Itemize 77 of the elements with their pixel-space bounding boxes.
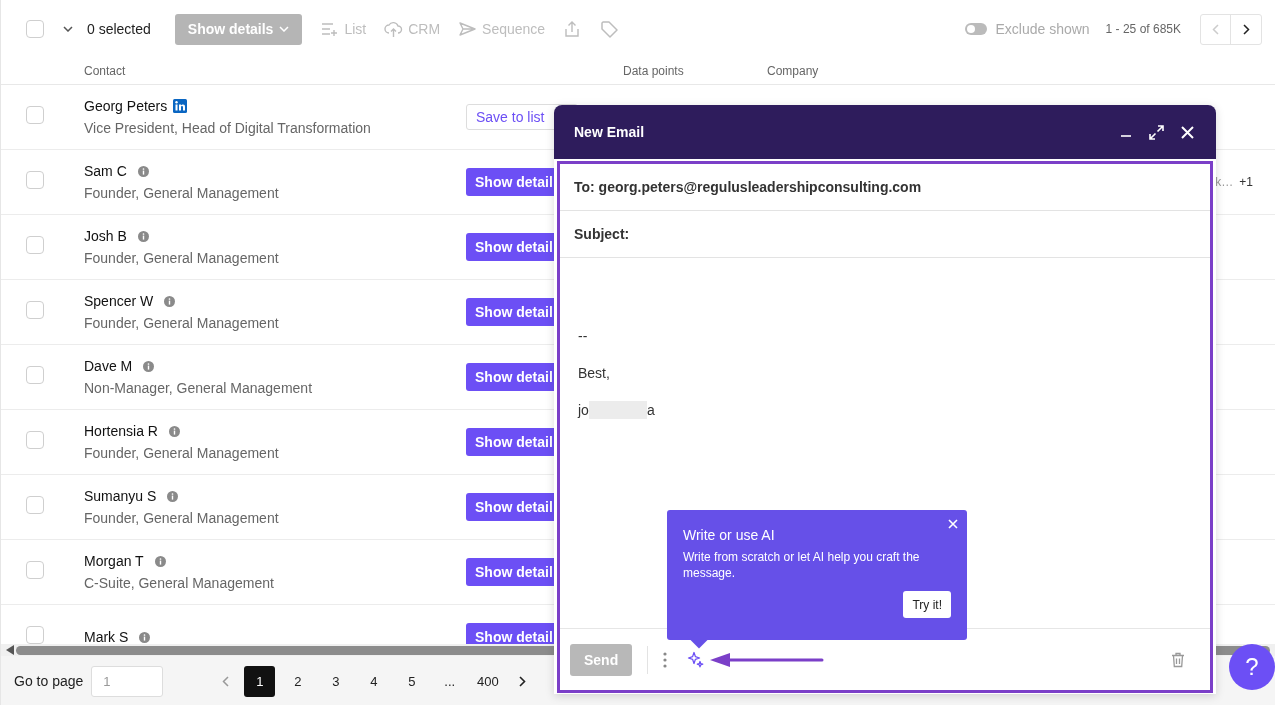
column-header: Company [767, 64, 819, 78]
close-icon[interactable] [1181, 125, 1194, 139]
checkbox[interactable] [26, 20, 44, 38]
page-button[interactable]: 3 [320, 665, 352, 697]
body-text: Best, [578, 364, 611, 382]
signature-text: jo [578, 402, 589, 418]
signature-text: a [646, 402, 655, 418]
checkbox[interactable] [26, 236, 44, 254]
page-button[interactable]: 1 [244, 665, 276, 697]
contact-title: Founder, General Management [84, 445, 280, 461]
checkbox[interactable] [26, 106, 44, 124]
expand-icon[interactable] [1149, 124, 1164, 140]
contact-title: Vice President, Head of Digital Transformation [84, 120, 372, 136]
list-icon [320, 20, 340, 38]
send-icon [458, 20, 478, 38]
contact-name[interactable]: Sumanyu S [84, 488, 157, 504]
checkbox[interactable] [26, 496, 44, 514]
company-name: k… [1215, 175, 1234, 189]
contact-name[interactable]: Sam C [84, 163, 127, 179]
tag-icon [600, 20, 620, 38]
column-header: Contact [84, 64, 127, 78]
info-icon[interactable] [164, 295, 176, 307]
contact-title: Founder, General Management [84, 185, 280, 201]
caret-icon [279, 26, 290, 32]
page-number-field[interactable]: 1 [91, 665, 164, 697]
info-icon[interactable] [143, 360, 155, 372]
info-icon[interactable] [154, 555, 166, 567]
contact-title: C-Suite, General Management [84, 575, 275, 591]
contact-title: Founder, General Management [84, 510, 280, 526]
checkbox[interactable] [26, 431, 44, 449]
toggle-label: Exclude shown [995, 21, 1090, 37]
tooltip-title: Write or use AI [683, 527, 776, 543]
contact-title: Founder, General Management [84, 250, 280, 266]
tooltip-text: Write from scratch or let AI help you craft the message. [683, 549, 921, 581]
chevron-right-icon [518, 675, 526, 687]
contact-name[interactable]: Hortensia R [84, 423, 158, 439]
contact-name[interactable]: Mark S [84, 629, 129, 644]
contact-title: Non-Manager, General Management [84, 380, 314, 396]
column-header: Data points [623, 64, 685, 78]
go-to-page-label: Go to page [14, 673, 84, 689]
cloud-upload-icon [384, 20, 404, 38]
page-button[interactable]: ... [434, 665, 466, 697]
scroll-left-icon [6, 645, 14, 655]
chevron-left-icon [221, 675, 229, 687]
chevron-right-icon [1242, 23, 1250, 35]
try-it-button[interactable]: Try it! [903, 591, 951, 618]
contact-name[interactable]: Josh B [84, 228, 127, 244]
contact-name[interactable]: Spencer W [84, 293, 154, 309]
contact-name[interactable]: Dave M [84, 358, 133, 374]
sparkle-icon[interactable] [687, 651, 705, 668]
contact-title: Founder, General Management [84, 315, 280, 331]
more-count: +1 [1239, 175, 1253, 189]
result-range: 1 - 25 of 685K [1105, 22, 1181, 36]
info-icon[interactable] [139, 631, 151, 643]
linkedin-icon[interactable] [173, 99, 188, 113]
info-icon[interactable] [137, 165, 149, 177]
page-button[interactable]: 400 [472, 665, 504, 697]
info-icon[interactable] [168, 425, 180, 437]
page-button[interactable]: 2 [282, 665, 314, 697]
checkbox[interactable] [26, 366, 44, 384]
more-options-icon[interactable] [663, 651, 668, 668]
chevron-down-icon[interactable] [63, 26, 73, 32]
body-text: -- [578, 327, 589, 345]
checkbox[interactable] [26, 301, 44, 319]
contact-name[interactable]: Georg Peters [84, 98, 168, 114]
checkbox[interactable] [26, 171, 44, 189]
checkbox[interactable] [26, 626, 44, 644]
info-icon[interactable] [167, 490, 179, 502]
page-button[interactable]: 4 [358, 665, 390, 697]
chevron-left-icon [1212, 23, 1219, 35]
checkbox[interactable] [26, 561, 44, 579]
selected-count: 0 selected [87, 21, 151, 37]
page-button[interactable]: 5 [396, 665, 428, 697]
trash-icon[interactable] [1171, 651, 1185, 668]
contact-name[interactable]: Morgan T [84, 553, 144, 569]
info-icon[interactable] [137, 230, 149, 242]
toggle-switch[interactable] [965, 23, 988, 35]
